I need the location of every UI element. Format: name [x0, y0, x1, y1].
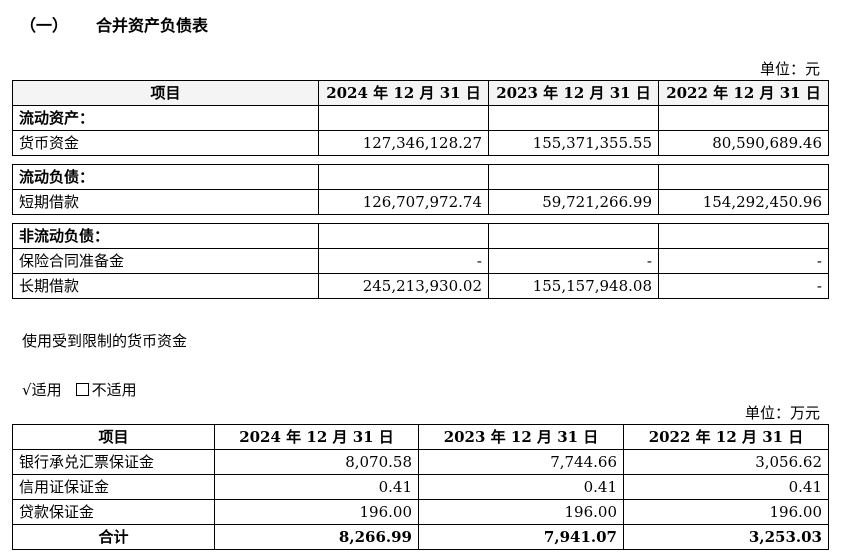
table1-unit: 单位：元 — [759, 60, 820, 78]
empty-cell — [658, 223, 829, 249]
total-value-cell: 3,253.03 — [623, 524, 829, 550]
column-header: 项目 — [12, 424, 215, 450]
value-cell: 0.41 — [418, 474, 624, 500]
value-cell: 3,056.62 — [623, 449, 829, 475]
table-row: 贷款保证金 196.00 196.00 196.00 — [12, 499, 829, 525]
empty-cell — [318, 164, 489, 190]
table-header-row: 项目 2024 年 12 月 31 日 2023 年 12 月 31 日 202… — [12, 424, 829, 450]
table-row: 长期借款 245,213,930.02 155,157,948.08 - — [12, 273, 829, 299]
row-label: 信用证保证金 — [12, 474, 215, 500]
column-header: 2022 年 12 月 31 日 — [658, 80, 829, 106]
empty-cell — [658, 164, 829, 190]
empty-checkbox-icon — [75, 383, 89, 396]
value-cell: 8,070.58 — [214, 449, 419, 475]
table-row: 短期借款 126,707,972.74 59,721,266.99 154,29… — [12, 189, 829, 215]
table-row: 信用证保证金 0.41 0.41 0.41 — [12, 474, 829, 500]
column-header: 2024 年 12 月 31 日 — [318, 80, 489, 106]
row-label: 短期借款 — [12, 189, 319, 215]
section-heading: （一） 合并资产负债表 — [20, 12, 208, 36]
empty-cell — [658, 105, 829, 131]
total-label: 合计 — [12, 524, 215, 550]
empty-cell — [488, 223, 659, 249]
total-row: 合计 8,266.99 7,941.07 3,253.03 — [12, 524, 829, 550]
row-label: 保险合同准备金 — [12, 248, 319, 274]
value-cell: 0.41 — [214, 474, 419, 500]
value-cell: 196.00 — [623, 499, 829, 525]
applicability-options: √适用 不适用 — [22, 379, 137, 400]
row-label: 银行承兑汇票保证金 — [12, 449, 215, 475]
empty-cell — [488, 105, 659, 131]
section-title-cell: 非流动负债： — [12, 223, 319, 249]
row-label: 长期借款 — [12, 273, 319, 299]
table-row: 保险合同准备金 - - - — [12, 248, 829, 274]
table-row: 银行承兑汇票保证金 8,070.58 7,744.66 3,056.62 — [12, 449, 829, 475]
column-header: 2024 年 12 月 31 日 — [214, 424, 419, 450]
value-cell: 7,744.66 — [418, 449, 624, 475]
value-cell: 127,346,128.27 — [318, 130, 489, 156]
applicable-label: 适用 — [31, 381, 62, 399]
value-cell: 0.41 — [623, 474, 829, 500]
column-header: 2022 年 12 月 31 日 — [623, 424, 829, 450]
table2-unit: 单位：万元 — [744, 404, 820, 422]
total-value-cell: 8,266.99 — [214, 524, 419, 550]
column-header: 项目 — [12, 80, 319, 106]
column-header: 2023 年 12 月 31 日 — [488, 80, 659, 106]
restricted-funds-table: 项目 2024 年 12 月 31 日 2023 年 12 月 31 日 202… — [12, 424, 829, 550]
column-header: 2023 年 12 月 31 日 — [418, 424, 624, 450]
value-cell: 196.00 — [418, 499, 624, 525]
value-cell: - — [488, 248, 659, 274]
row-label: 贷款保证金 — [12, 499, 215, 525]
value-cell: 154,292,450.96 — [658, 189, 829, 215]
row-label: 货币资金 — [12, 130, 319, 156]
balance-sheet-table: 项目 2024 年 12 月 31 日 2023 年 12 月 31 日 202… — [12, 80, 829, 299]
value-cell: 80,590,689.46 — [658, 130, 829, 156]
empty-cell — [318, 223, 489, 249]
table-header-row: 项目 2024 年 12 月 31 日 2023 年 12 月 31 日 202… — [12, 80, 829, 106]
value-cell: 196.00 — [214, 499, 419, 525]
value-cell: 59,721,266.99 — [488, 189, 659, 215]
value-cell: 126,707,972.74 — [318, 189, 489, 215]
total-value-cell: 7,941.07 — [418, 524, 624, 550]
not-applicable-label: 不适用 — [91, 381, 137, 399]
gap-row — [12, 155, 829, 165]
section-row: 流动资产： — [12, 105, 829, 131]
value-cell: 155,157,948.08 — [488, 273, 659, 299]
section-row: 流动负债： — [12, 164, 829, 190]
value-cell: - — [658, 273, 829, 299]
empty-cell — [318, 105, 489, 131]
empty-cell — [488, 164, 659, 190]
value-cell: - — [658, 248, 829, 274]
section-title-cell: 流动负债： — [12, 164, 319, 190]
section-title: 合并资产负债表 — [96, 16, 209, 35]
gap-row — [12, 214, 829, 224]
section-number: （一） — [20, 16, 69, 35]
value-cell: - — [318, 248, 489, 274]
check-mark-icon: √ — [22, 381, 32, 399]
table-row: 货币资金 127,346,128.27 155,371,355.55 80,59… — [12, 130, 829, 156]
value-cell: 155,371,355.55 — [488, 130, 659, 156]
section-row: 非流动负债： — [12, 223, 829, 249]
value-cell: 245,213,930.02 — [318, 273, 489, 299]
section-title-cell: 流动资产： — [12, 105, 319, 131]
restricted-funds-note: 使用受到限制的货币资金 — [22, 332, 188, 350]
